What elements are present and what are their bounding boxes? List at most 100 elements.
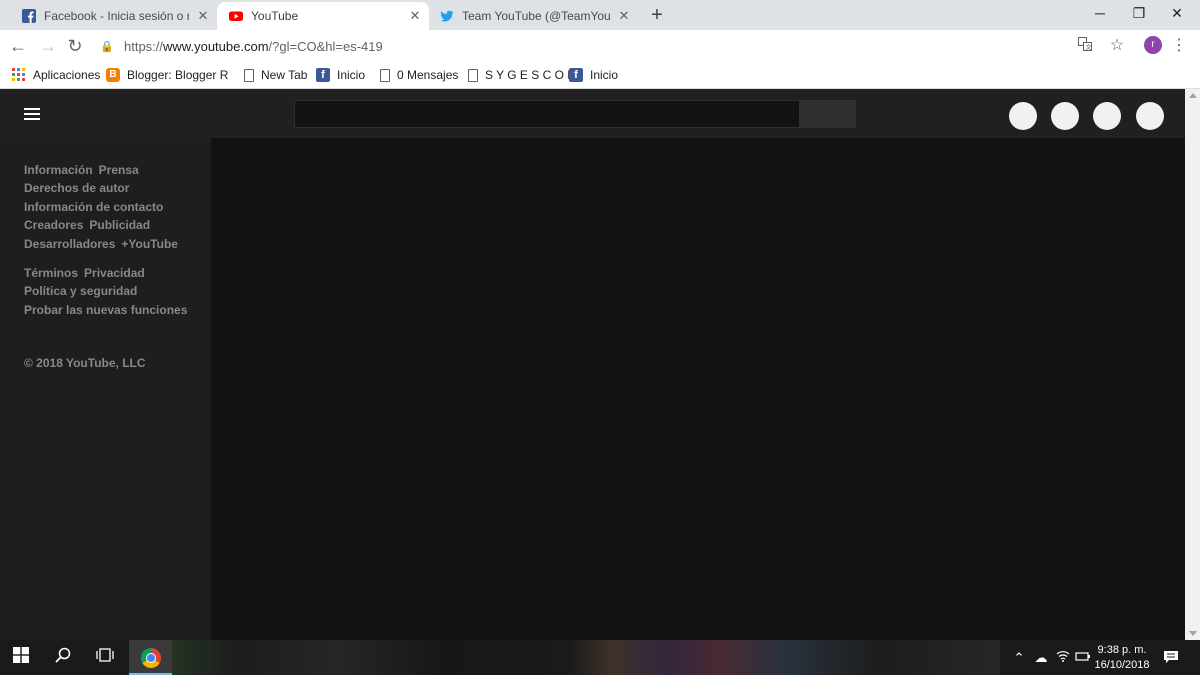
bookmark-label: S Y G E S C O L [485, 68, 574, 82]
tab-title: YouTube [251, 9, 299, 23]
copyright-text: © 2018 YouTube, LLC [24, 356, 146, 370]
header-action-placeholder[interactable] [1093, 102, 1121, 130]
footer-links-row: Términos Privacidad [24, 266, 151, 280]
header-action-placeholder[interactable] [1009, 102, 1037, 130]
clock-date: 16/10/2018 [1094, 659, 1150, 671]
footer-links-row: Creadores Publicidad [24, 218, 156, 232]
tab-close-icon[interactable]: ✕ [407, 8, 423, 24]
menu-dots-icon[interactable]: ⋮ [1168, 35, 1190, 57]
url-scheme: https:// [124, 38, 164, 54]
page-icon [468, 68, 478, 82]
blogger-icon: B [106, 68, 120, 82]
tab-youtube[interactable]: YouTube ✕ [217, 2, 429, 30]
hamburger-menu-icon[interactable] [24, 108, 40, 120]
reload-icon[interactable]: ↻ [63, 35, 87, 57]
twitter-icon [440, 10, 454, 22]
chrome-taskbar-button[interactable] [129, 640, 172, 675]
footer-link[interactable]: Derechos de autor [24, 181, 129, 195]
facebook-icon: f [316, 68, 330, 82]
task-view-icon[interactable] [94, 647, 116, 669]
footer-link[interactable]: Política y seguridad [24, 284, 137, 298]
youtube-icon [229, 11, 243, 21]
footer-links-row: Probar las nuevas funciones [24, 303, 193, 317]
onedrive-icon[interactable]: ☁ [1032, 650, 1050, 666]
tab-title: Team YouTube (@TeamYouTube) | Twitter [462, 9, 610, 23]
browser-toolbar: ← → ↻ 🔒 https:// www.youtube.com /?gl=CO… [0, 30, 1200, 62]
page-icon [244, 68, 254, 82]
footer-link[interactable]: Prensa [99, 163, 139, 177]
tab-title: Facebook - Inicia sesión o regístrate [44, 9, 189, 23]
footer-link[interactable]: Información de contacto [24, 200, 163, 214]
tab-close-icon[interactable]: ✕ [195, 8, 211, 24]
apps-grid-icon [12, 68, 26, 82]
page-icon [380, 68, 390, 82]
bookmark-item[interactable]: f Inicio [569, 66, 618, 84]
search-icon[interactable] [52, 647, 74, 669]
tab-facebook[interactable]: Facebook - Inicia sesión o regístrate ✕ [10, 2, 217, 30]
footer-link[interactable]: Probar las nuevas funciones [24, 303, 187, 317]
tab-strip: Facebook - Inicia sesión o regístrate ✕ … [0, 0, 1200, 30]
page-scrollbar[interactable] [1185, 89, 1200, 640]
new-tab-button[interactable]: + [647, 4, 667, 26]
header-action-placeholder[interactable] [1136, 102, 1164, 130]
header-action-placeholder[interactable] [1051, 102, 1079, 130]
facebook-icon: f [569, 68, 583, 82]
system-clock[interactable]: 9:38 p. m. 16/10/2018 [1092, 643, 1152, 673]
footer-links-row: Información Prensa [24, 163, 145, 177]
bookmark-item[interactable]: f Inicio [316, 66, 365, 84]
address-bar[interactable]: 🔒 https:// www.youtube.com /?gl=CO&hl=es… [100, 34, 1060, 58]
browser-window: Facebook - Inicia sesión o regístrate ✕ … [0, 0, 1200, 89]
footer-link[interactable]: Desarrolladores [24, 237, 115, 251]
footer-link[interactable]: +YouTube [121, 237, 178, 251]
profile-avatar[interactable]: r [1144, 36, 1162, 54]
youtube-main-content [211, 138, 1185, 640]
search-input[interactable] [294, 100, 800, 128]
bookmark-label: New Tab [261, 68, 308, 82]
forward-arrow-icon[interactable]: → [36, 35, 60, 57]
footer-link[interactable]: Creadores [24, 218, 83, 232]
chrome-icon [141, 648, 161, 668]
bookmark-label: Inicio [590, 68, 619, 82]
scroll-up-icon[interactable] [1189, 93, 1197, 98]
bookmark-item[interactable]: S Y G E S C O L [466, 66, 574, 84]
youtube-header [0, 89, 1185, 138]
scroll-down-icon[interactable] [1189, 631, 1197, 636]
footer-link[interactable]: Términos [24, 266, 78, 280]
footer-links-row: Información de contacto [24, 200, 169, 214]
bookmark-item[interactable]: 0 Mensajes [378, 66, 458, 84]
footer-link[interactable]: Privacidad [84, 266, 145, 280]
translate-icon[interactable]: 文 [1074, 35, 1096, 57]
lock-icon: 🔒 [100, 40, 114, 53]
tab-twitter[interactable]: Team YouTube (@TeamYouTube) | Twitter ✕ [428, 2, 638, 30]
url-host: www.youtube.com [163, 38, 269, 54]
back-arrow-icon[interactable]: ← [6, 35, 30, 57]
footer-link[interactable]: Publicidad [89, 218, 150, 232]
windows-taskbar: ⌃ ☁ 9:38 p. m. 16/10/2018 [0, 640, 1200, 675]
tray-chevron-up-icon[interactable]: ⌃ [1010, 650, 1028, 666]
bookmark-item[interactable]: Aplicaciones [12, 66, 100, 84]
search-button[interactable] [800, 100, 856, 128]
wifi-icon[interactable] [1054, 650, 1072, 665]
bookmark-label: Blogger: Blogger Rog [127, 68, 228, 82]
footer-links-row: Derechos de autor [24, 181, 135, 195]
bookmark-label: Aplicaciones [33, 68, 101, 82]
bookmark-label: 0 Mensajes [397, 68, 459, 82]
bookmark-item[interactable]: B Blogger: Blogger Rog [106, 66, 228, 84]
footer-link[interactable]: Información [24, 163, 93, 177]
tab-close-icon[interactable]: ✕ [616, 8, 632, 24]
bookmark-item[interactable]: New Tab [242, 66, 307, 84]
footer-links-row: Desarrolladores +YouTube [24, 237, 184, 251]
footer-links-row: Política y seguridad [24, 284, 143, 298]
bookmark-star-icon[interactable]: ☆ [1106, 35, 1128, 57]
svg-text:文: 文 [1086, 44, 1092, 52]
notifications-icon[interactable] [1162, 650, 1180, 667]
facebook-icon [22, 9, 36, 23]
windows-start-icon[interactable] [10, 647, 32, 669]
bookmarks-bar: Aplicaciones B Blogger: Blogger Rog New … [0, 62, 1200, 89]
window-close-icon[interactable]: ✕ [1154, 0, 1200, 28]
clock-time: 9:38 p. m. [1097, 644, 1147, 656]
bookmark-label: Inicio [337, 68, 366, 82]
taskbar-wallpaper [172, 640, 1000, 675]
youtube-sidebar: Información Prensa Derechos de autor Info… [0, 138, 211, 640]
battery-icon[interactable] [1074, 650, 1092, 665]
